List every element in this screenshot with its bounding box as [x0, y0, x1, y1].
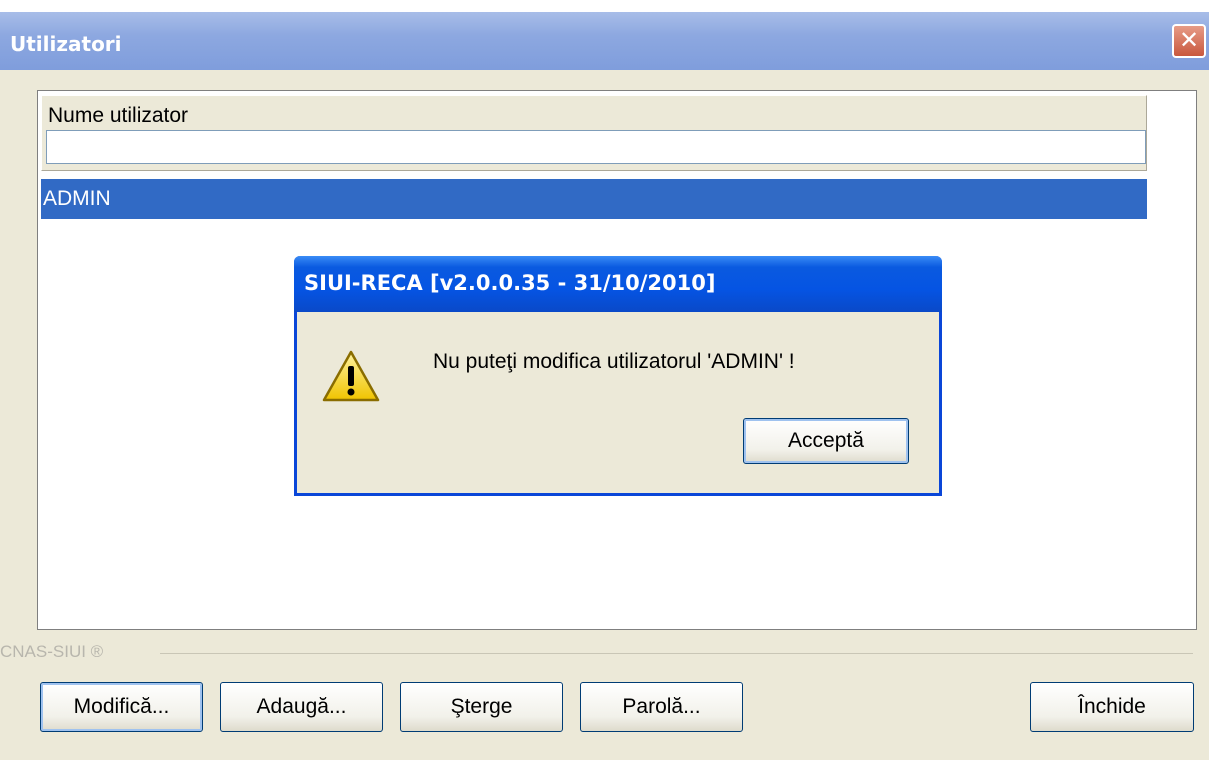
warning-icon [322, 350, 380, 402]
add-button[interactable]: Adaugă... [220, 682, 383, 732]
column-header-label: Nume utilizator [48, 104, 189, 127]
delete-button[interactable]: Şterge [400, 682, 563, 732]
dialog-message: Nu puteţi modifica utilizatorul 'ADMIN' … [433, 350, 795, 373]
username-filter-input[interactable] [46, 130, 1146, 164]
window-titlebar[interactable]: Utilizatori ✕ [0, 12, 1209, 70]
accept-button[interactable]: Acceptă [743, 418, 909, 464]
column-header[interactable]: Nume utilizator [41, 95, 1147, 171]
close-button[interactable]: Închide [1030, 682, 1194, 732]
close-icon[interactable]: ✕ [1172, 24, 1206, 58]
brand-line: CNAS-SIUI ® [0, 642, 1209, 662]
brand-label: CNAS-SIUI ® [0, 642, 112, 662]
dialog-titlebar[interactable]: SIUI-RECA [v2.0.0.35 - 31/10/2010] [294, 256, 942, 312]
password-button[interactable]: Parolă... [580, 682, 743, 732]
message-dialog: SIUI-RECA [v2.0.0.35 - 31/10/2010] Nu pu… [294, 256, 942, 496]
window-title: Utilizatori [10, 32, 122, 56]
modify-button[interactable]: Modifică... [40, 682, 203, 732]
table-row[interactable]: ADMIN [41, 179, 1147, 219]
dialog-title: SIUI-RECA [v2.0.0.35 - 31/10/2010] [304, 271, 716, 295]
divider [160, 653, 1193, 654]
